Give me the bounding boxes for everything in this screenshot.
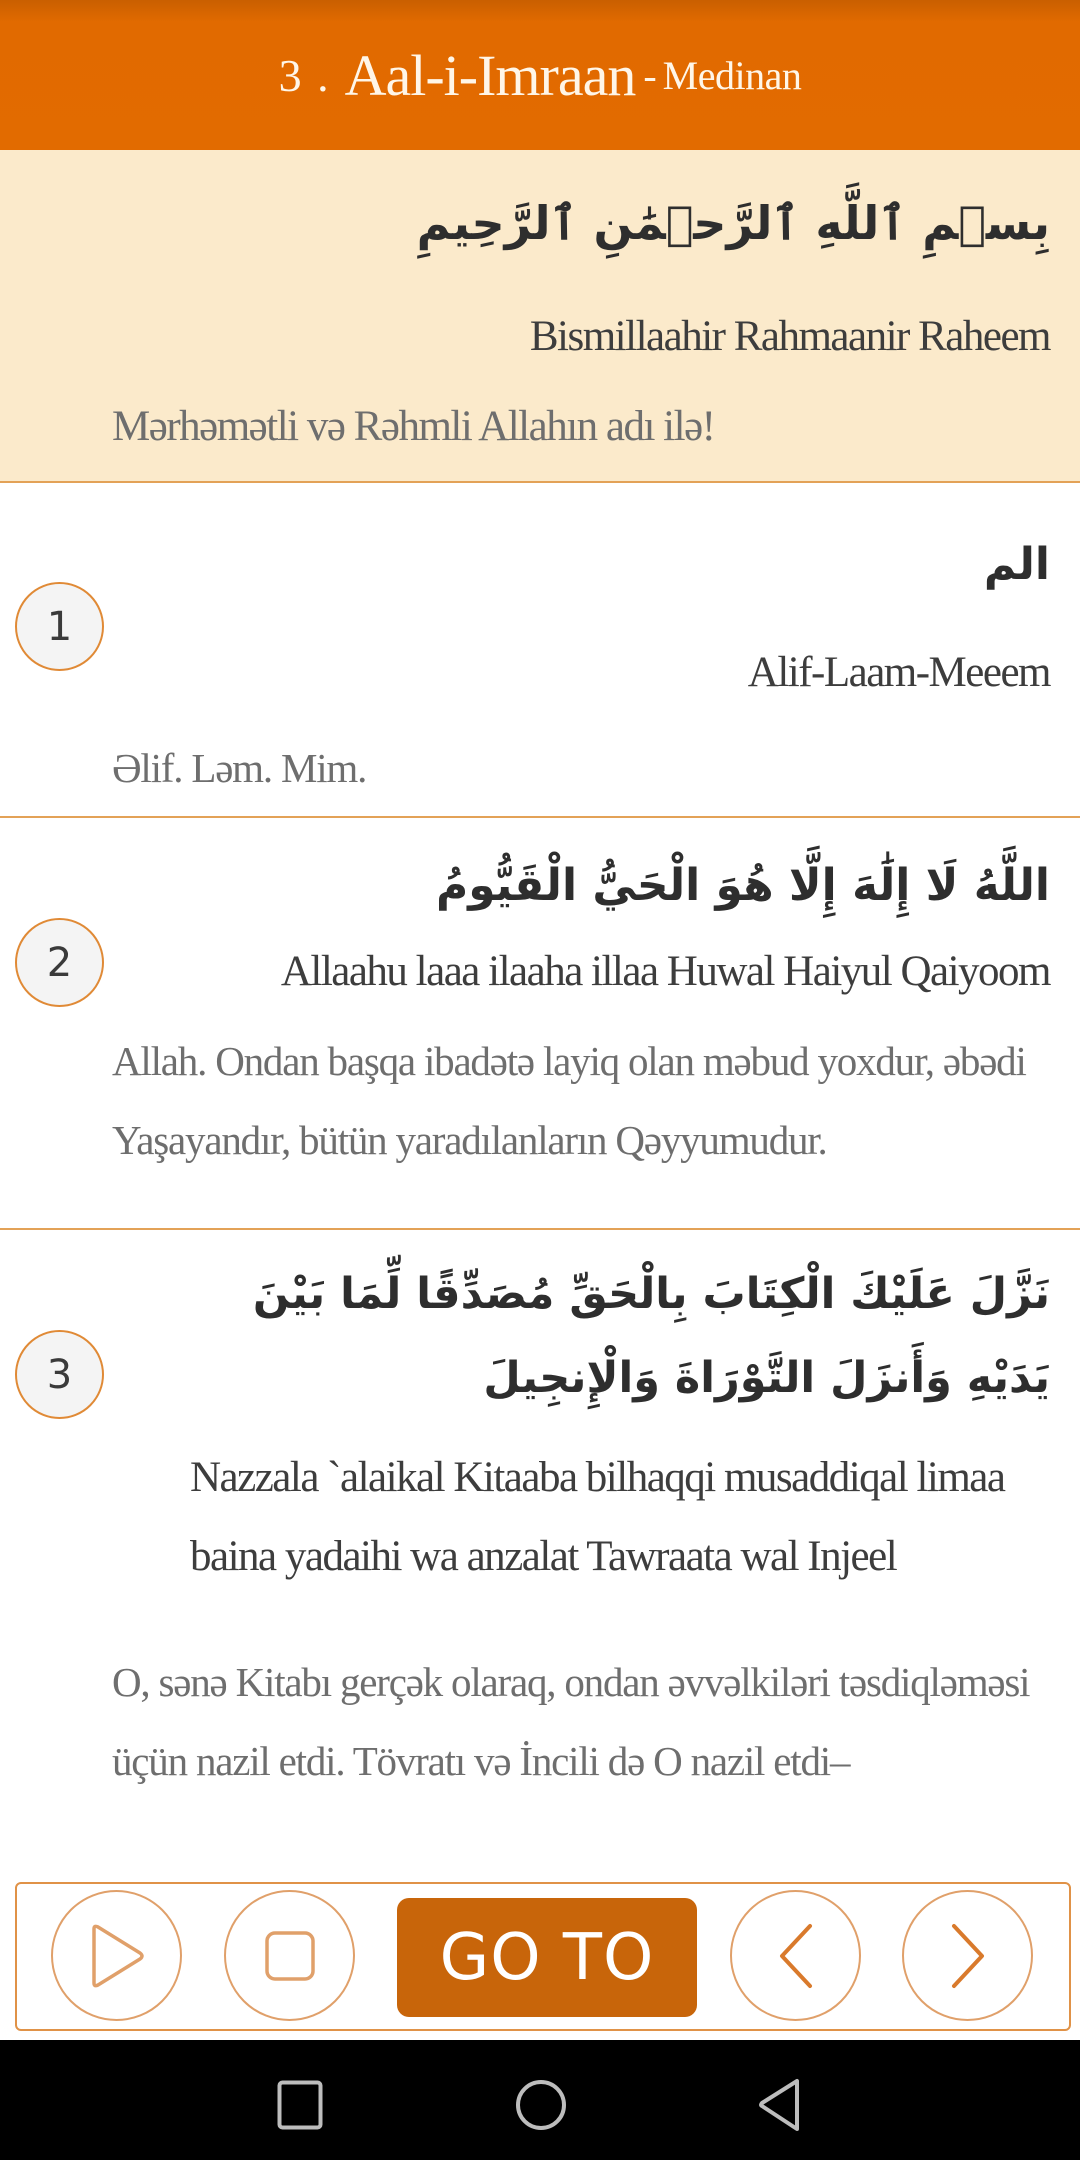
revelation-type: Medinan <box>662 52 802 98</box>
verse-number-badge: 2 <box>15 918 104 1007</box>
verse-item[interactable]: 1 الم Alif-Laam-Meeem Əlif. Ləm. Mim. <box>0 483 1080 818</box>
circle-icon <box>516 2080 566 2130</box>
verse-list[interactable]: بِسۡمِ ٱللَّهِ ٱلرَّحۡمَٰنِ ٱلرَّحِيمِ B… <box>0 150 1080 1880</box>
play-button[interactable] <box>51 1890 182 2021</box>
verse-translation: Allah. Ondan başqa ibadətə layiq olan mə… <box>112 1038 1027 1163</box>
chevron-right-icon <box>951 1923 984 1988</box>
surah-name: Aal-i-Imraan <box>344 42 637 108</box>
verse-arabic: الم <box>983 539 1050 590</box>
recents-button[interactable] <box>270 2075 330 2135</box>
verse-arabic: نَزَّلَ عَلَيْكَ الْكِتَابَ بِالْحَقِّ م… <box>252 1269 1050 1403</box>
stop-button[interactable] <box>224 1890 355 2021</box>
verse-item[interactable]: 2 اللَّهُ لَا إِلَٰهَ إِلَّا هُوَ الْحَي… <box>0 818 1080 1230</box>
back-button[interactable] <box>750 2075 810 2135</box>
home-button[interactable] <box>511 2075 571 2135</box>
triangle-back-icon <box>759 2079 799 2131</box>
verse-transliteration: Alif-Laam-Meeem <box>747 649 1052 696</box>
title-separator: - <box>643 52 657 98</box>
goto-button[interactable]: GO TO <box>397 1898 697 2017</box>
verse-transliteration: Allaahu laaa ilaaha illaa Huwal Haiyul Q… <box>280 948 1052 995</box>
chevron-left-icon <box>779 1923 812 1988</box>
verse-arabic: اللَّهُ لَا إِلَٰهَ إِلَّا هُوَ الْحَيُّ… <box>435 860 1050 911</box>
verse-number-badge: 3 <box>15 1330 104 1419</box>
surah-header: 3 . Aal-i-Imraan - Medinan <box>0 0 1080 150</box>
verse-translation: O, sənə Kitabı gerçək olaraq, ondan əvvə… <box>112 1659 1031 1784</box>
stop-icon <box>264 1930 315 1981</box>
next-button[interactable] <box>902 1890 1033 2021</box>
verse-translation: Əlif. Ləm. Mim. <box>112 745 367 791</box>
previous-button[interactable] <box>730 1890 861 2021</box>
verse-number-badge: 1 <box>15 582 104 671</box>
bismillah-block: بِسۡمِ ٱللَّهِ ٱلرَّحۡمَٰنِ ٱلرَّحِيمِ B… <box>0 150 1080 483</box>
verse-transliteration: Nazzala `alaikal Kitaaba bilhaqqi musadd… <box>190 1454 1006 1580</box>
verse-item[interactable]: 3 نَزَّلَ عَلَيْكَ الْكِتَابَ بِالْحَقِّ… <box>0 1230 1080 1880</box>
play-icon <box>91 1924 144 1987</box>
bismillah-transliteration: Bismillaahir Rahmaanir Raheem <box>529 313 1052 360</box>
bismillah-translation: Mərhəmətli və Rəhmli Allahın adı ilə! <box>112 403 716 450</box>
square-icon <box>277 2080 323 2130</box>
bismillah-arabic: بِسۡمِ ٱللَّهِ ٱلرَّحۡمَٰنِ ٱلرَّحِيمِ <box>416 196 1050 250</box>
playback-toolbar: GO TO <box>15 1882 1071 2031</box>
system-navigation-bar <box>0 2040 1080 2160</box>
surah-number: 3 . <box>278 49 331 101</box>
